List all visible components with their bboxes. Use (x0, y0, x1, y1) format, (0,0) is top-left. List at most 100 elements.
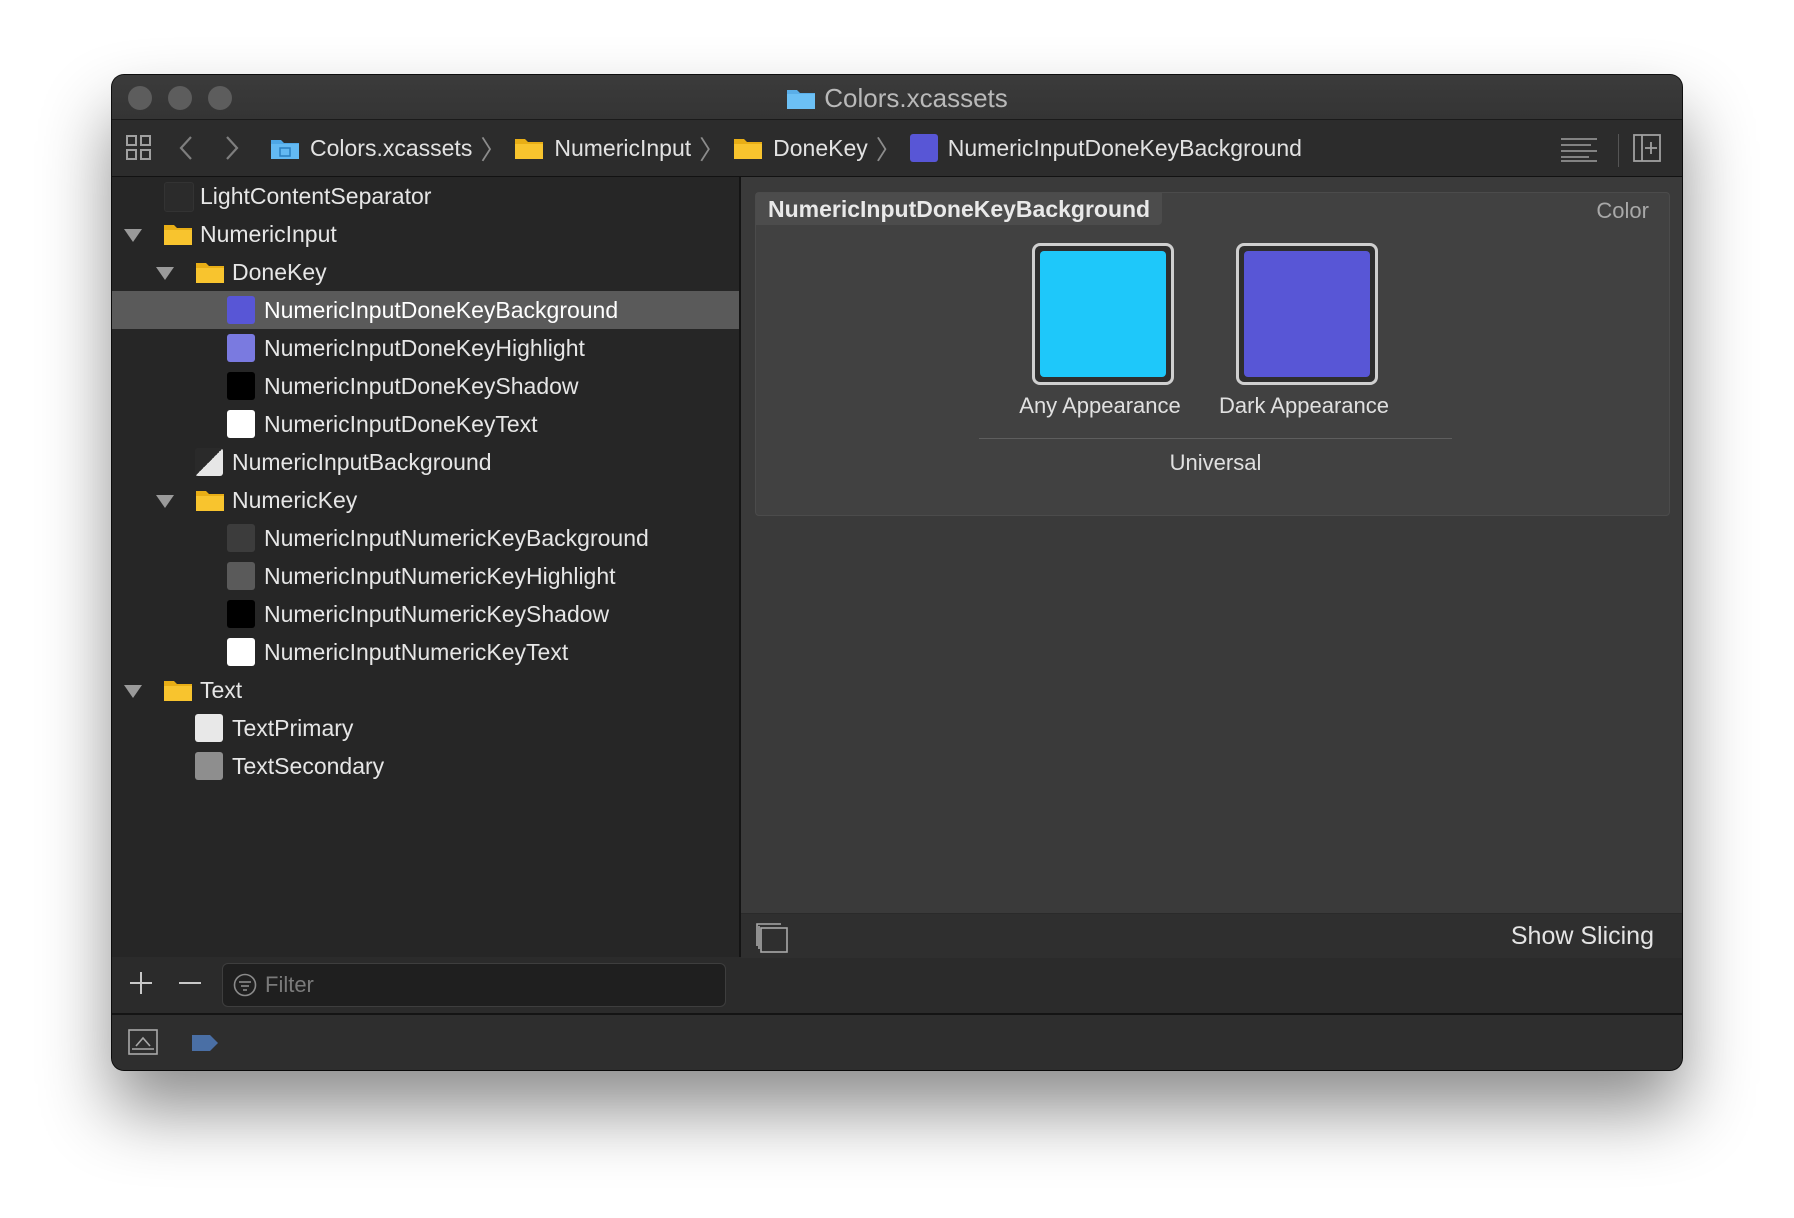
divider (979, 438, 1452, 439)
list-item-label: NumericKey (232, 486, 358, 513)
list-item[interactable]: Text (112, 671, 739, 709)
asset-catalog-folder-icon (786, 86, 816, 116)
list-item[interactable]: NumericInputDoneKeyHighlight (112, 329, 739, 367)
list-item-label: DoneKey (232, 258, 327, 285)
add-editor-icon[interactable] (1618, 134, 1661, 167)
color-swatch-split-icon (195, 448, 223, 476)
breadcrumb-label: Colors.xcassets (310, 134, 473, 161)
hide-debug-area-icon[interactable] (128, 1029, 158, 1060)
list-item-label: TextSecondary (232, 752, 385, 779)
breadcrumb-item-numericinput[interactable]: NumericInput (514, 135, 691, 162)
well-label: Dark Appearance (1219, 393, 1389, 418)
list-item[interactable]: NumericInput (112, 215, 739, 253)
remove-asset-minus-icon[interactable] (177, 970, 203, 1001)
color-swatch-icon (227, 334, 255, 362)
xcode-window: Colors.xcassets Colors.xcassets 〉 Numeri… (112, 75, 1682, 1070)
breadcrumb-label: DoneKey (773, 134, 868, 161)
disclosure-triangle-icon[interactable] (156, 267, 174, 280)
window-title-area: Colors.xcassets (112, 83, 1682, 113)
breadcrumb-separator-icon: 〉 (480, 134, 507, 165)
list-item[interactable]: NumericInputNumericKeyHighlight (112, 557, 739, 595)
color-swatch-icon (195, 752, 223, 780)
list-item-label: NumericInputDoneKeyText (264, 410, 538, 437)
editor-options-lines-icon[interactable] (1561, 136, 1597, 167)
breadcrumb-separator-icon: 〉 (699, 134, 726, 165)
color-swatch-icon (227, 638, 255, 666)
slicing-frames-icon[interactable] (755, 922, 789, 959)
list-item[interactable]: NumericInputNumericKeyShadow (112, 595, 739, 633)
back-chevron-icon[interactable] (178, 135, 194, 166)
color-swatch-icon (227, 372, 255, 400)
color-well-fill (1244, 251, 1370, 377)
list-item-label: NumericInputBackground (232, 448, 492, 475)
asset-name-label: NumericInputDoneKeyBackground (756, 193, 1163, 225)
folder-icon (733, 136, 763, 160)
list-item[interactable]: NumericInputBackground (112, 443, 739, 481)
asset-catalog-folder-icon (270, 136, 300, 160)
jump-bar: Colors.xcassets 〉 NumericInput 〉 DoneKey… (112, 120, 1682, 177)
list-item[interactable]: NumericInputNumericKeyBackground (112, 519, 739, 557)
folder-icon (195, 488, 225, 518)
list-item[interactable]: LightContentSeparator (112, 177, 739, 215)
folder-icon (163, 222, 193, 252)
related-items-grid-icon[interactable] (126, 135, 152, 166)
asset-outline-sidebar: LightContentSeparator NumericInput DoneK… (112, 177, 741, 957)
asset-kind-label: Color (1596, 198, 1649, 223)
color-well-any-appearance[interactable] (1032, 243, 1174, 385)
filter-placeholder: Filter (265, 972, 314, 997)
tag-icon[interactable] (190, 1033, 220, 1058)
list-item[interactable]: DoneKey (112, 253, 739, 291)
breadcrumb-label: NumericInput (554, 134, 692, 161)
disclosure-triangle-icon[interactable] (124, 229, 142, 242)
folder-icon (195, 260, 225, 290)
list-item-label: NumericInputDoneKeyHighlight (264, 334, 585, 361)
color-swatch-icon (164, 182, 194, 212)
list-item[interactable]: NumericKey (112, 481, 739, 519)
list-item[interactable]: TextPrimary (112, 709, 739, 747)
list-item-label: NumericInputNumericKeyText (264, 638, 569, 665)
color-swatch-icon (227, 600, 255, 628)
color-swatch-icon (909, 134, 938, 162)
disclosure-triangle-icon[interactable] (124, 685, 142, 698)
color-well-dark-appearance[interactable] (1236, 243, 1378, 385)
color-well-fill (1040, 251, 1166, 377)
list-item[interactable]: NumericInputDoneKeyText (112, 405, 739, 443)
status-bar (112, 1013, 1682, 1070)
show-slicing-button[interactable]: Show Slicing (1511, 914, 1654, 958)
scope-label: Universal (1169, 450, 1262, 475)
breadcrumb-item-catalog[interactable]: Colors.xcassets (270, 135, 472, 162)
color-swatch-icon (195, 714, 223, 742)
color-swatch-icon (227, 524, 255, 552)
filter-icon (233, 973, 257, 997)
list-item-label: NumericInputDoneKeyShadow (264, 372, 579, 399)
list-item-selected[interactable]: NumericInputDoneKeyBackground (112, 291, 739, 329)
list-item-label: NumericInput (200, 220, 337, 247)
color-swatch-icon (227, 410, 255, 438)
breadcrumb: Colors.xcassets 〉 NumericInput 〉 DoneKey… (270, 120, 1302, 176)
list-item-label: LightContentSeparator (200, 182, 432, 209)
asset-editor: NumericInputDoneKeyBackground Color Any … (741, 177, 1682, 957)
editor-bottom-bar: Show Slicing (741, 913, 1682, 958)
list-item-label: Text (200, 676, 243, 703)
color-set-card: NumericInputDoneKeyBackground Color Any … (755, 192, 1670, 516)
color-swatch-icon (227, 562, 255, 590)
filter-field[interactable]: Filter (222, 963, 726, 1007)
disclosure-triangle-icon[interactable] (156, 495, 174, 508)
folder-icon (514, 136, 544, 160)
color-swatch-icon (227, 296, 255, 324)
list-item-label: NumericInputNumericKeyHighlight (264, 562, 616, 589)
list-item[interactable]: NumericInputDoneKeyShadow (112, 367, 739, 405)
forward-chevron-icon[interactable] (224, 135, 240, 166)
list-item-label: NumericInputNumericKeyBackground (264, 524, 649, 551)
list-item-label: TextPrimary (232, 714, 354, 741)
add-asset-plus-icon[interactable] (128, 970, 154, 1001)
list-item[interactable]: TextSecondary (112, 747, 739, 785)
list-item[interactable]: NumericInputNumericKeyText (112, 633, 739, 671)
list-item-label: NumericInputDoneKeyBackground (264, 296, 619, 323)
folder-icon (163, 678, 193, 708)
breadcrumb-item-donekey[interactable]: DoneKey (733, 135, 868, 162)
list-item-label: NumericInputNumericKeyShadow (264, 600, 610, 627)
breadcrumb-item-color-asset[interactable]: NumericInputDoneKeyBackground (909, 134, 1302, 162)
well-label: Any Appearance (1019, 393, 1181, 418)
title-bar: Colors.xcassets (112, 75, 1682, 120)
